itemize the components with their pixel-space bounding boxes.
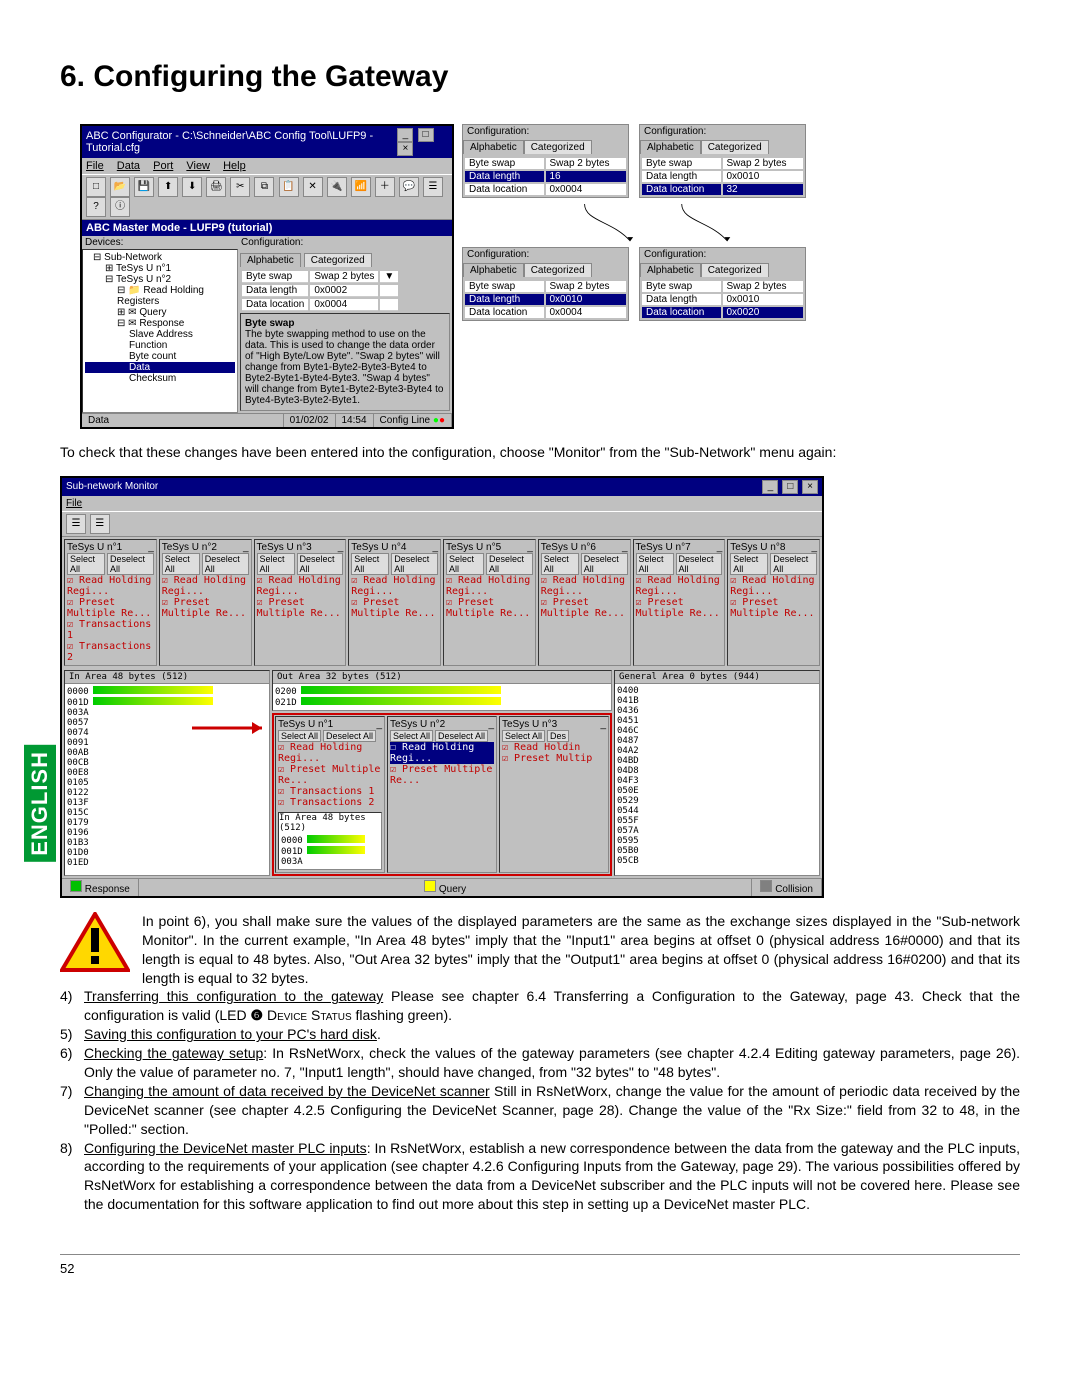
paste-icon[interactable]: 📋 [279,177,299,197]
new-icon[interactable]: □ [86,177,106,197]
monitor-column: TeSys U n°1_ Select AllDeselect All ☑ Re… [64,539,157,666]
close-icon[interactable]: × [802,480,818,494]
monitor-column: TeSys U n°3_ Select AllDeselect All ☑ Re… [254,539,347,666]
save-icon[interactable]: 💾 [134,177,154,197]
monitor-column: TeSys U n°2_ Select AllDeselect All ☑ Re… [159,539,252,666]
connect-icon[interactable]: 🔌 [327,177,347,197]
callout-arrow [192,708,272,748]
minimize-icon[interactable]: _ [397,128,413,142]
hl-col-3: TeSys U n°3_ Select AllDes ☑ Read Holdin… [499,716,609,873]
monitor-icon[interactable]: 📶 [351,177,371,197]
toolbar[interactable]: □ 📂 💾 ⬆ ⬇ 🖨 ✂ ⧉ 📋 ✕ 🔌 📶 ＋ 💬 ☰ ? ⓘ [82,174,452,220]
chat-icon[interactable]: 💬 [399,177,419,197]
mini-config-1: Configuration: AlphabeticCategorized Byt… [462,124,629,198]
tree-checksum[interactable]: Checksum [85,373,235,384]
help-icon[interactable]: ? [86,197,106,217]
step-7: Changing the amount of data received by … [84,1082,1020,1139]
config-description: Byte swap The byte swapping method to us… [240,313,450,411]
config-header: Configuration: [238,236,452,249]
intro-paragraph: To check that these changes have been en… [60,443,1020,462]
menu-file[interactable]: File [86,160,104,172]
monitor-column: TeSys U n°5_ Select AllDeselect All ☑ Re… [443,539,536,666]
tree-bytecount[interactable]: Byte count [85,351,235,362]
mini-config-2: Configuration: AlphabeticCategorized Byt… [639,124,806,198]
stack-icon[interactable]: ☰ [423,177,443,197]
highlighted-columns: TeSys U n°1_ Select AllDeselect All ☑ Re… [272,713,612,876]
config-value-table: Byte swapSwap 2 bytes▼ Data length0x0002… [240,269,400,313]
monitor-title: Sub-network Monitor [66,481,158,492]
tree-query[interactable]: ⊞ ✉ Query [85,307,235,318]
tree-func[interactable]: Function [85,340,235,351]
tree-response[interactable]: ⊟ ✉ Response [85,318,235,329]
device-tree[interactable]: ⊟ Sub-Network ⊞ TeSys U n°1 ⊟ TeSys U n°… [82,249,238,413]
in-area-view: In Area 48 bytes (512) 0000001D003A00570… [64,670,270,876]
menu-file[interactable]: File [66,498,82,509]
menu-help[interactable]: Help [223,160,246,172]
minimize-icon[interactable]: _ [762,480,778,494]
step-5: Saving this configuration to your PC's h… [84,1025,381,1044]
add-icon[interactable]: ＋ [375,177,395,197]
mini-config-3: Configuration: AlphabeticCategorized Byt… [462,247,629,321]
maximize-icon[interactable]: □ [418,128,434,142]
status-bar: Data 01/02/02 14:54 Config Line ●● [82,413,452,427]
maximize-icon[interactable]: □ [782,480,798,494]
hl-col-2: TeSys U n°2_ Select AllDeselect All ☐ Re… [387,716,497,873]
abc-configurator-window: ABC Configurator - C:\Schneider\ABC Conf… [80,124,454,429]
window-controls[interactable]: _ □ × [396,128,448,156]
window-controls[interactable]: _ □ × [761,480,818,494]
step-6: Checking the gateway setup: In RsNetWorx… [84,1044,1020,1082]
monitor-menu[interactable]: File [62,496,822,511]
tab-alphabetic[interactable]: Alphabetic [240,253,301,267]
hl-col-1: TeSys U n°1_ Select AllDeselect All ☑ Re… [275,716,385,873]
toolbar-icon[interactable]: ☰ [90,514,110,534]
tree-root[interactable]: ⊟ Sub-Network [85,252,235,263]
warning-icon [60,912,130,974]
delete-icon[interactable]: ✕ [303,177,323,197]
menu-data[interactable]: Data [117,160,140,172]
menu-bar[interactable]: File Data Port View Help [82,158,452,174]
window-title: ABC Configurator - C:\Schneider\ABC Conf… [86,130,396,154]
page-title: 6. Configuring the Gateway [60,60,1020,94]
upload-icon[interactable]: ⬆ [158,177,178,197]
tree-n1[interactable]: ⊞ TeSys U n°1 [85,263,235,274]
general-area-view: General Area 0 bytes (944) 0400041B04360… [614,670,820,876]
connector-lines [462,204,810,244]
tree-data-selected[interactable]: Data [85,362,235,373]
download-icon[interactable]: ⬇ [182,177,202,197]
monitor-column: TeSys U n°6_ Select AllDeselect All ☑ Re… [538,539,631,666]
mode-bar: ABC Master Mode - LUFP9 (tutorial) [82,220,452,236]
toolbar-icon[interactable]: ☰ [66,514,86,534]
monitor-column: TeSys U n°8_ Select AllDeselect All ☑ Re… [727,539,820,666]
menu-port[interactable]: Port [153,160,173,172]
step-8: Configuring the DeviceNet master PLC inp… [84,1139,1020,1215]
english-tab: ENGLISH [24,745,56,862]
menu-view[interactable]: View [186,160,210,172]
tab-categorized[interactable]: Categorized [304,253,372,267]
info-icon[interactable]: ⓘ [110,197,130,217]
monitor-column: TeSys U n°4_ Select AllDeselect All ☑ Re… [348,539,441,666]
cut-icon[interactable]: ✂ [230,177,250,197]
mini-config-4: Configuration: AlphabeticCategorized Byt… [639,247,806,321]
step-4: Transferring this configuration to the g… [84,987,1020,1025]
print-icon[interactable]: 🖨 [206,177,226,197]
devices-header: Devices: [82,236,238,249]
tree-n2[interactable]: ⊟ TeSys U n°2 [85,274,235,285]
close-icon[interactable]: × [397,142,413,156]
open-icon[interactable]: 📂 [110,177,130,197]
monitor-status-bar: Response Query Collision [62,878,822,896]
page-number: 52 [60,1254,1020,1276]
out-area-view: Out Area 32 bytes (512) 0200021D [272,670,612,711]
point6-text: In point 6), you shall make sure the val… [142,912,1020,988]
copy-icon[interactable]: ⧉ [254,177,274,197]
subnetwork-monitor-window: Sub-network Monitor _ □ × File ☰ ☰ TeSys… [60,476,824,898]
tree-rhr[interactable]: ⊟ 📁 Read Holding Registers [85,285,235,307]
tree-slave[interactable]: Slave Address [85,329,235,340]
monitor-column: TeSys U n°7_ Select AllDeselect All ☑ Re… [633,539,726,666]
